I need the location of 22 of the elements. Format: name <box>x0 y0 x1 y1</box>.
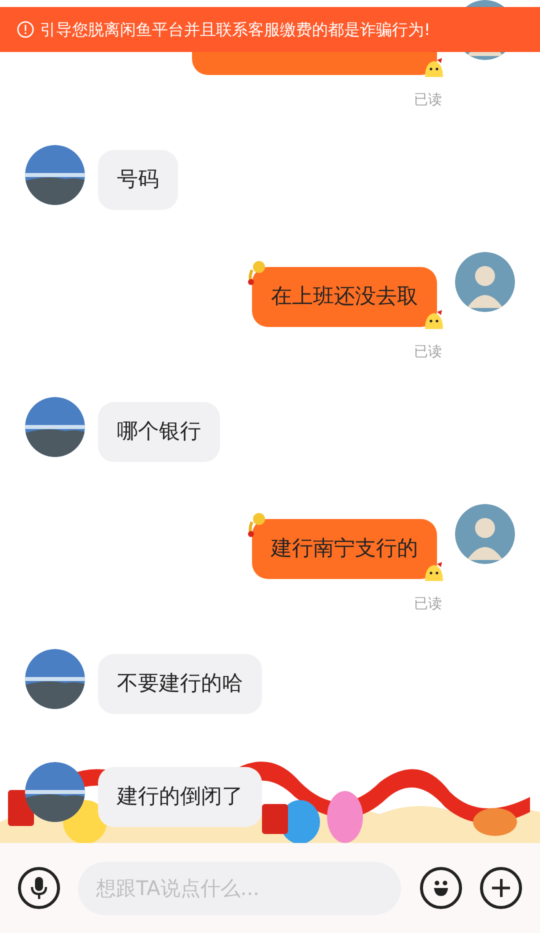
chick-sticker-icon <box>423 57 445 79</box>
smiley-icon <box>431 879 451 897</box>
message-bubble: 哪个银行 <box>98 402 220 462</box>
add-button[interactable] <box>480 867 522 909</box>
message-bubble: 不要建行的哈 <box>98 654 262 714</box>
read-receipt: 已读 <box>414 343 442 362</box>
chick-sticker-icon <box>423 309 445 331</box>
plus-icon <box>491 878 511 898</box>
coin-sticker-icon <box>246 260 266 286</box>
warning-icon <box>17 21 34 38</box>
microphone-button[interactable] <box>18 867 60 909</box>
message-bubble: 在上班还没去取 <box>252 267 437 327</box>
message-bubble: 建行南宁支行的 <box>252 519 437 579</box>
microphone-icon <box>30 876 48 900</box>
read-receipt: 已读 <box>414 595 442 614</box>
message-bubble: 建行的倒闭了 <box>98 767 262 827</box>
emoji-button[interactable] <box>420 867 462 909</box>
message-bubble: 号码 <box>98 150 178 210</box>
warning-text: 引导您脱离闲鱼平台并且联系客服缴费的都是诈骗行为! <box>40 18 430 40</box>
chick-sticker-icon <box>423 561 445 583</box>
coin-sticker-icon <box>246 512 266 538</box>
read-receipt: 已读 <box>414 91 442 110</box>
